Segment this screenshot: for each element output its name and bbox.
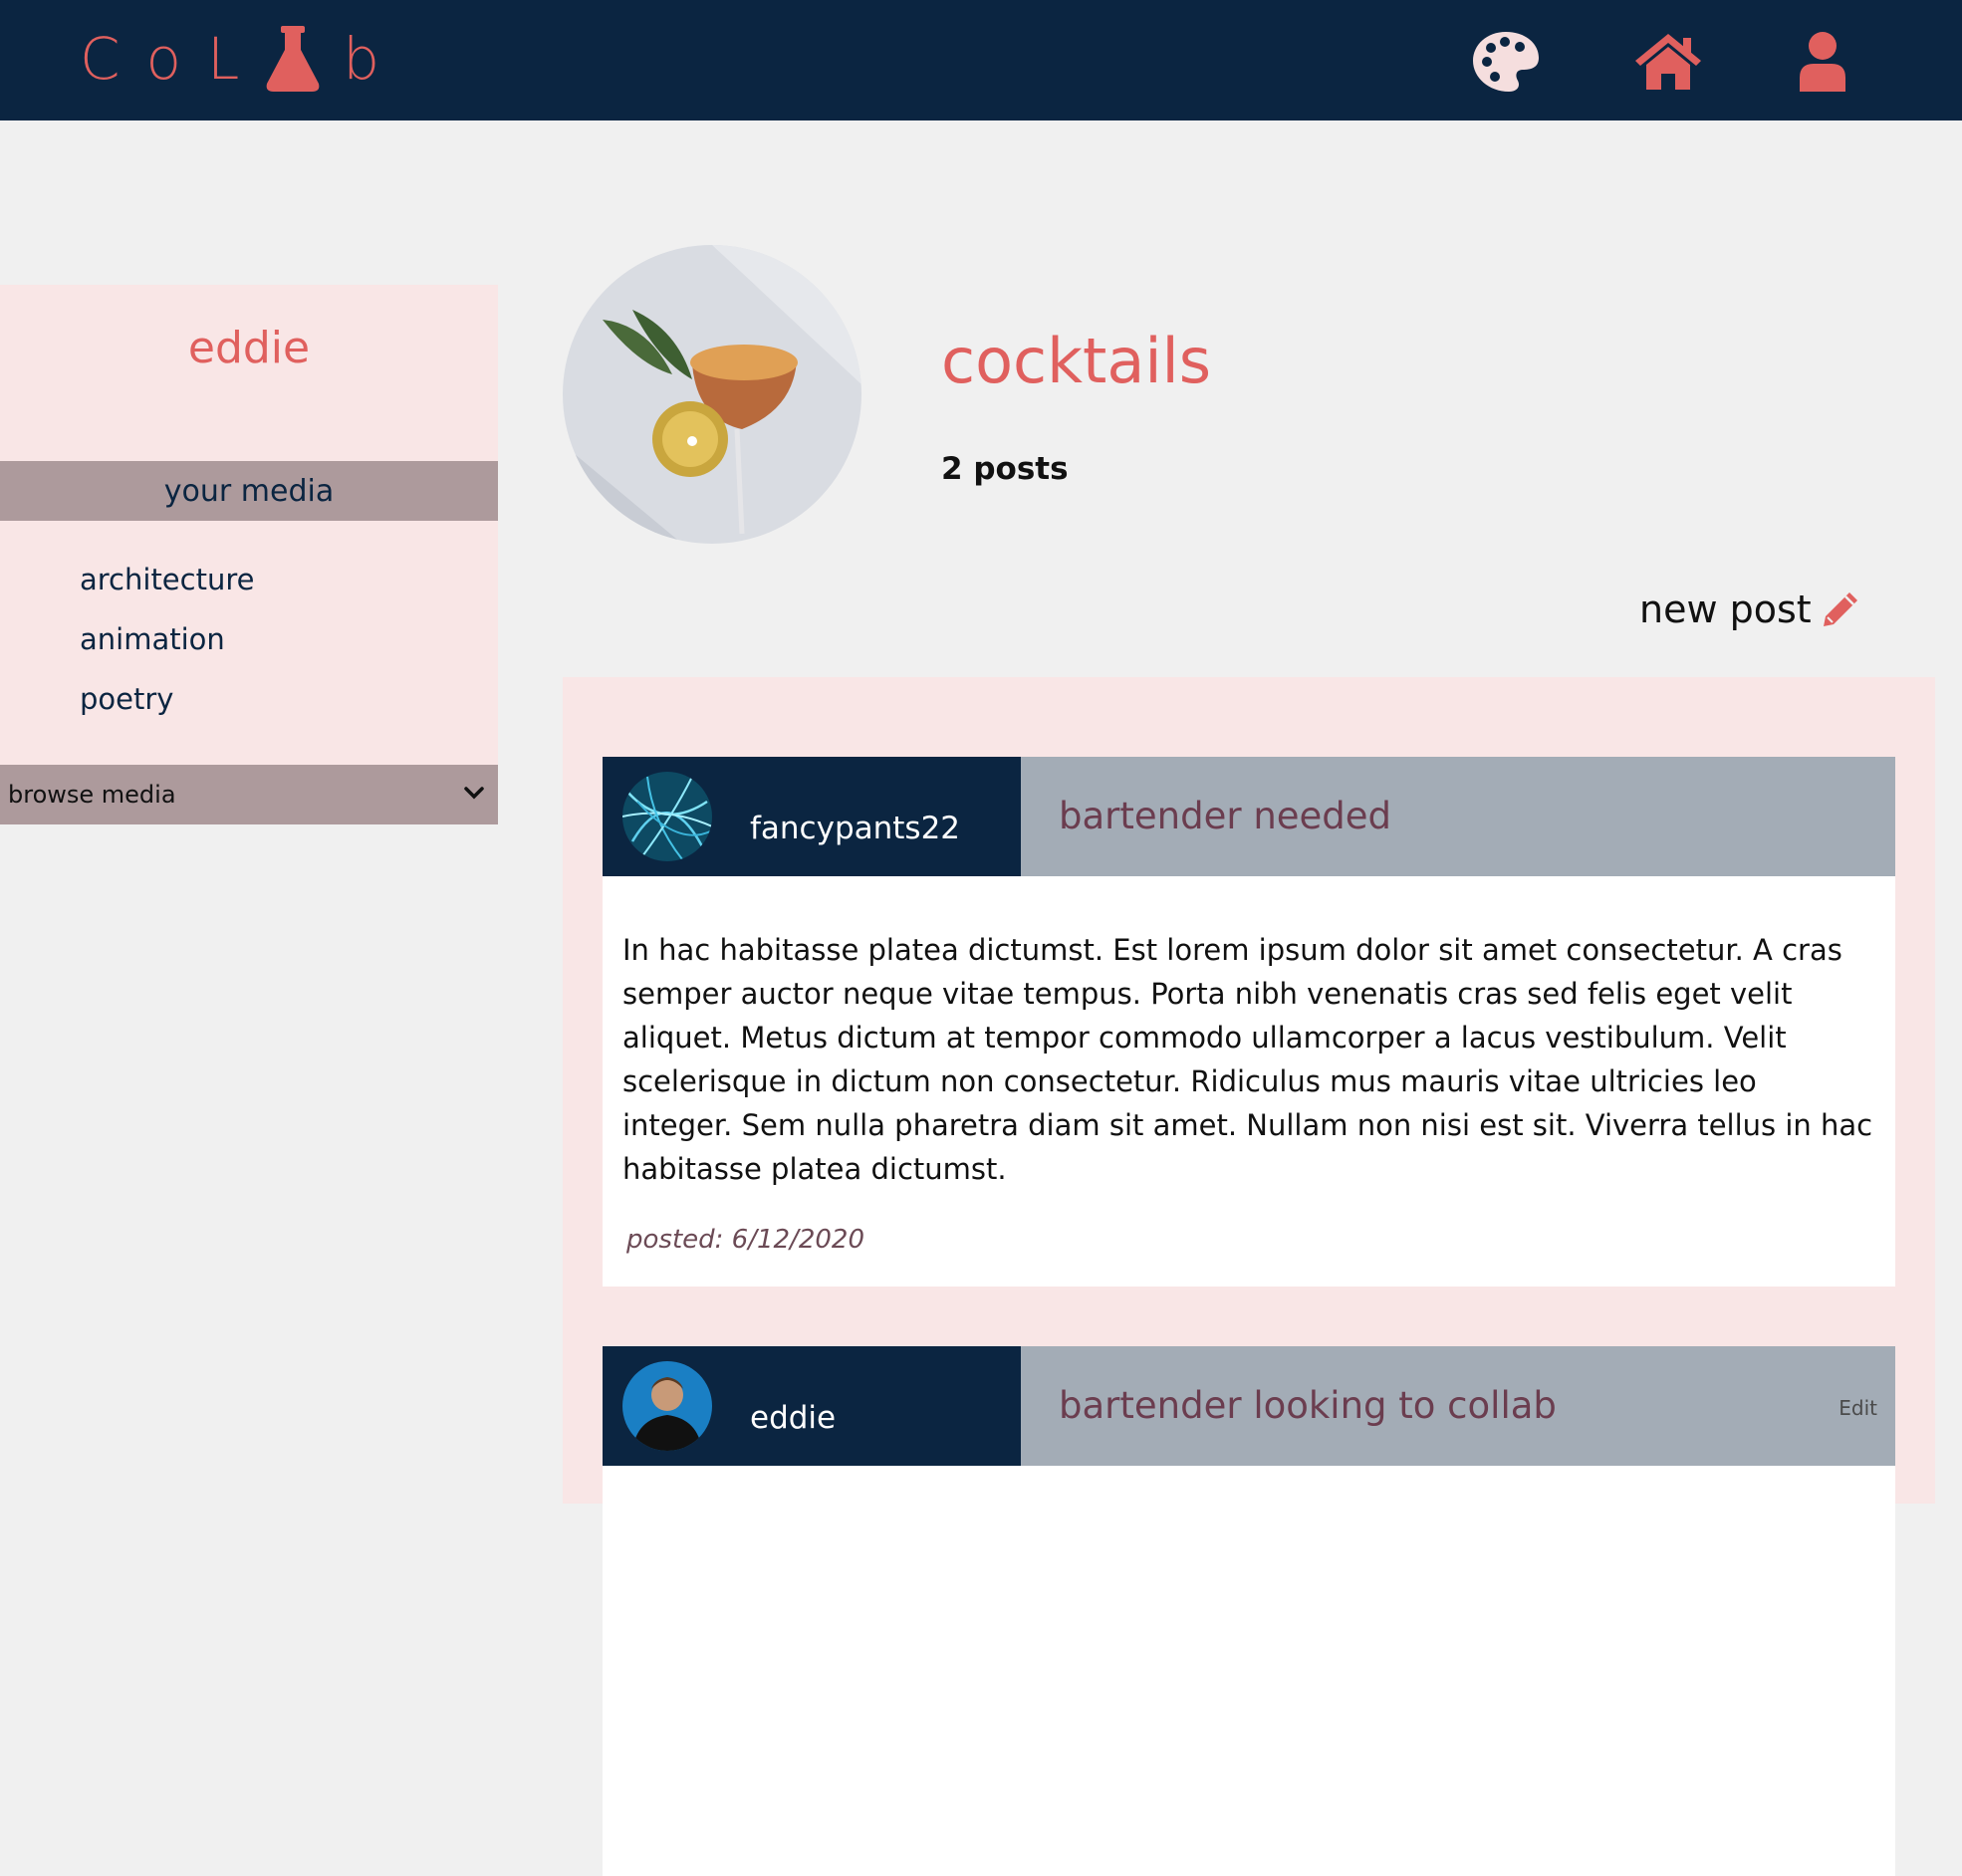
post-feed: fancypants22 bartender needed In hac hab… xyxy=(563,677,1935,1876)
post-count: 2 posts xyxy=(941,451,1069,487)
post-header: eddie bartender looking to collab Edit xyxy=(603,1346,1895,1466)
post-body: In hac habitasse platea dictumst. Est lo… xyxy=(603,876,1895,1287)
post-body xyxy=(603,1466,1895,1876)
post-card: eddie bartender looking to collab Edit xyxy=(603,1346,1895,1876)
board-cover-image xyxy=(563,245,861,544)
logo-letters-co: CoL xyxy=(80,25,266,93)
author-username[interactable]: eddie xyxy=(750,1400,836,1436)
palette-icon[interactable] xyxy=(1471,30,1541,94)
browse-media-label: browse media xyxy=(8,781,176,809)
sidebar-item-architecture[interactable]: architecture xyxy=(80,563,254,596)
post-title[interactable]: bartender looking to collab xyxy=(1059,1384,1557,1427)
edit-post-button[interactable]: Edit xyxy=(1839,1396,1877,1420)
logo-letter-b: b xyxy=(343,25,406,93)
flask-icon xyxy=(266,26,320,92)
colab-logo[interactable]: CoL b xyxy=(80,24,405,94)
new-post-button[interactable]: new post xyxy=(1639,584,1861,635)
chevron-down-icon xyxy=(464,787,484,800)
new-post-label: new post xyxy=(1639,587,1812,631)
post-author-block[interactable]: fancypants22 xyxy=(603,757,1021,876)
sidebar-item-animation[interactable]: animation xyxy=(80,622,225,656)
top-navbar: CoL b xyxy=(0,0,1962,120)
your-media-header: your media xyxy=(0,461,498,521)
pencil-icon xyxy=(1823,592,1857,626)
author-avatar xyxy=(622,772,712,861)
post-title[interactable]: bartender needed xyxy=(1059,795,1391,837)
author-avatar xyxy=(622,1361,712,1451)
post-card: fancypants22 bartender needed In hac hab… xyxy=(603,757,1895,1287)
post-title-block: bartender needed xyxy=(1021,757,1895,876)
browse-media-dropdown[interactable]: browse media xyxy=(0,765,498,824)
sidebar-username: eddie xyxy=(187,323,311,373)
post-text: In hac habitasse platea dictumst. Est lo… xyxy=(622,933,1873,1186)
post-header: fancypants22 bartender needed xyxy=(603,757,1895,876)
post-title-block: bartender looking to collab Edit xyxy=(1021,1346,1895,1466)
post-author-block[interactable]: eddie xyxy=(603,1346,1021,1466)
board-title: cocktails xyxy=(941,325,1212,397)
sidebar: eddie your media architecture animation … xyxy=(0,285,498,766)
sidebar-item-poetry[interactable]: poetry xyxy=(80,682,173,716)
author-username[interactable]: fancypants22 xyxy=(750,811,960,846)
user-icon[interactable] xyxy=(1788,30,1857,94)
home-icon[interactable] xyxy=(1633,30,1703,94)
post-date: posted: 6/12/2020 xyxy=(626,1225,864,1255)
